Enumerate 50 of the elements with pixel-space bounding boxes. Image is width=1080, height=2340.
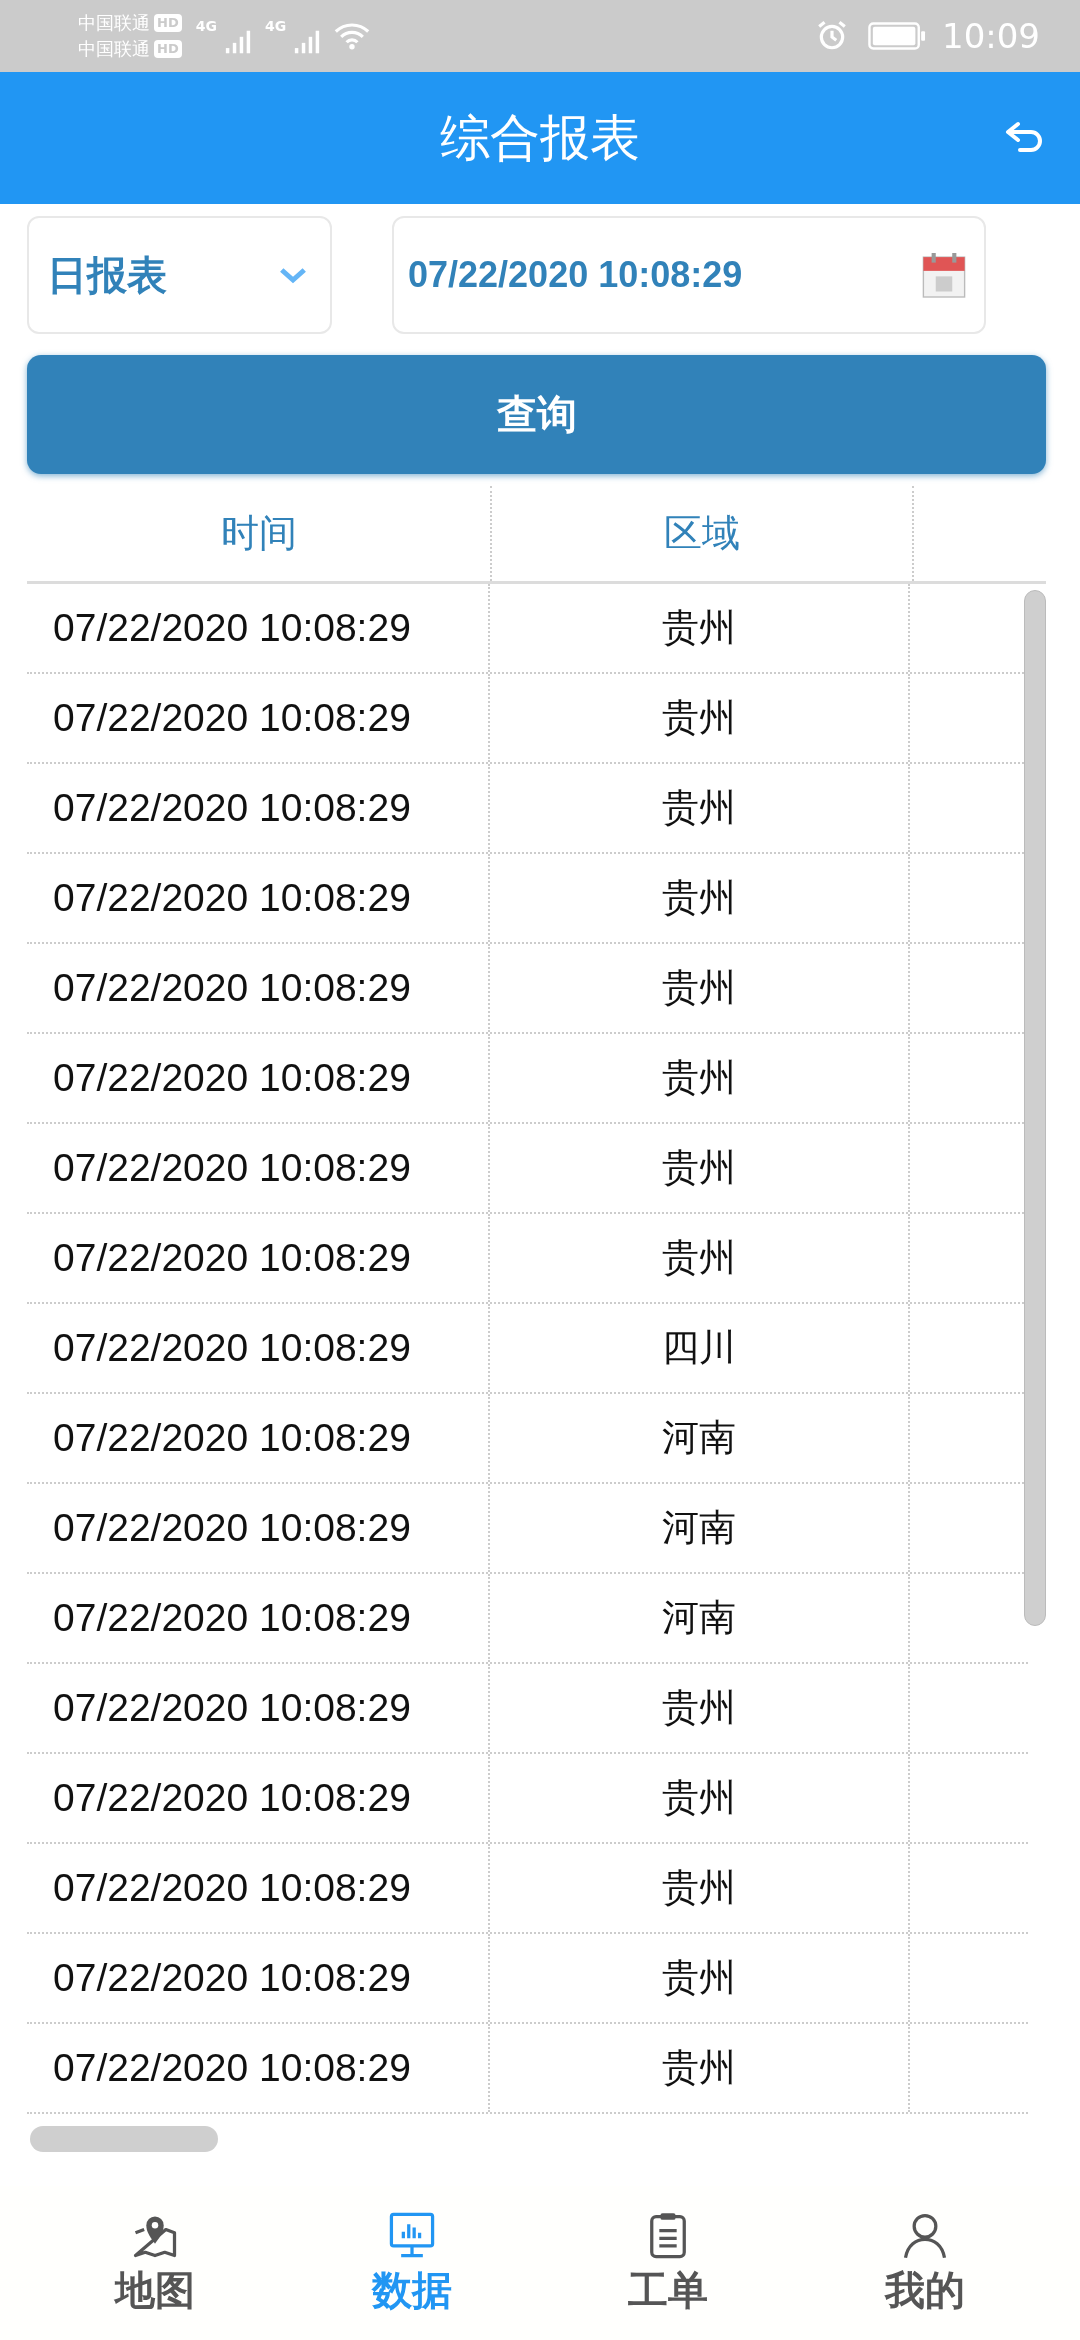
report-type-dropdown[interactable]: 日报表 bbox=[27, 216, 332, 334]
table-cell: 贵州 bbox=[490, 1124, 910, 1212]
page-title: 综合报表 bbox=[440, 107, 640, 169]
table-cell: 07/22/2020 10:08:29 bbox=[27, 1214, 490, 1302]
table-cell: 07/22/2020 10:08:29 bbox=[27, 1124, 490, 1212]
table-cell: 贵州 bbox=[490, 674, 910, 762]
table-cell: 07/22/2020 10:08:29 bbox=[27, 1934, 490, 2022]
table-cell: 河南 bbox=[490, 1394, 910, 1482]
query-button[interactable]: 查询 bbox=[27, 355, 1046, 474]
alarm-icon bbox=[816, 20, 848, 52]
table-cell: 07/22/2020 10:08:29 bbox=[27, 1754, 490, 1842]
battery-icon bbox=[868, 21, 926, 51]
table-cell: 贵州 bbox=[490, 1214, 910, 1302]
table-cell: 河南 bbox=[490, 1574, 910, 1662]
table-cell: 07/22/2020 10:08:29 bbox=[27, 1304, 490, 1392]
tab-item[interactable]: 数据 bbox=[283, 2186, 540, 2340]
table-cell: 07/22/2020 10:08:29 bbox=[27, 944, 490, 1032]
back-arrow-icon[interactable] bbox=[1004, 120, 1044, 154]
tab-item[interactable]: 我的 bbox=[796, 2186, 1053, 2340]
table-cell: 贵州 bbox=[490, 2024, 910, 2112]
table-cell: 贵州 bbox=[490, 1934, 910, 2022]
tab-item[interactable]: 工单 bbox=[540, 2186, 797, 2340]
table-cell: 07/22/2020 10:08:29 bbox=[27, 2024, 490, 2112]
column-header: 时间 bbox=[27, 486, 492, 581]
table-cell: 贵州 bbox=[490, 1844, 910, 1932]
table-cell: 贵州 bbox=[490, 764, 910, 852]
tab-item[interactable]: 地图 bbox=[27, 2186, 284, 2340]
table-cell: 贵州 bbox=[490, 854, 910, 942]
table-cell: 贵州 bbox=[490, 1664, 910, 1752]
table-cell: 07/22/2020 10:08:29 bbox=[27, 854, 490, 942]
table-cell: 河南 bbox=[490, 1484, 910, 1572]
table-cell: 07/22/2020 10:08:29 bbox=[27, 584, 490, 672]
table-cell: 07/22/2020 10:08:29 bbox=[27, 674, 490, 762]
table-cell: 07/22/2020 10:08:29 bbox=[27, 1394, 490, 1482]
table-cell: 四川 bbox=[490, 1304, 910, 1392]
table-cell: 贵州 bbox=[490, 1754, 910, 1842]
column-header: 区域 bbox=[492, 486, 914, 581]
date-field[interactable]: 07/22/2020 10:08:29 bbox=[392, 216, 986, 334]
table-cell: 07/22/2020 10:08:29 bbox=[27, 1664, 490, 1752]
table-cell: 07/22/2020 10:08:29 bbox=[27, 1484, 490, 1572]
chevron-down-icon bbox=[278, 265, 308, 285]
wifi-icon bbox=[334, 22, 371, 50]
table-cell: 贵州 bbox=[490, 1034, 910, 1122]
table-cell: 07/22/2020 10:08:29 bbox=[27, 1034, 490, 1122]
table-cell: 07/22/2020 10:08:29 bbox=[27, 764, 490, 852]
table-cell: 07/22/2020 10:08:29 bbox=[27, 1574, 490, 1662]
calendar-icon bbox=[922, 251, 966, 299]
table-cell: 贵州 bbox=[490, 944, 910, 1032]
table-cell: 贵州 bbox=[490, 584, 910, 672]
table-cell: 07/22/2020 10:08:29 bbox=[27, 1844, 490, 1932]
